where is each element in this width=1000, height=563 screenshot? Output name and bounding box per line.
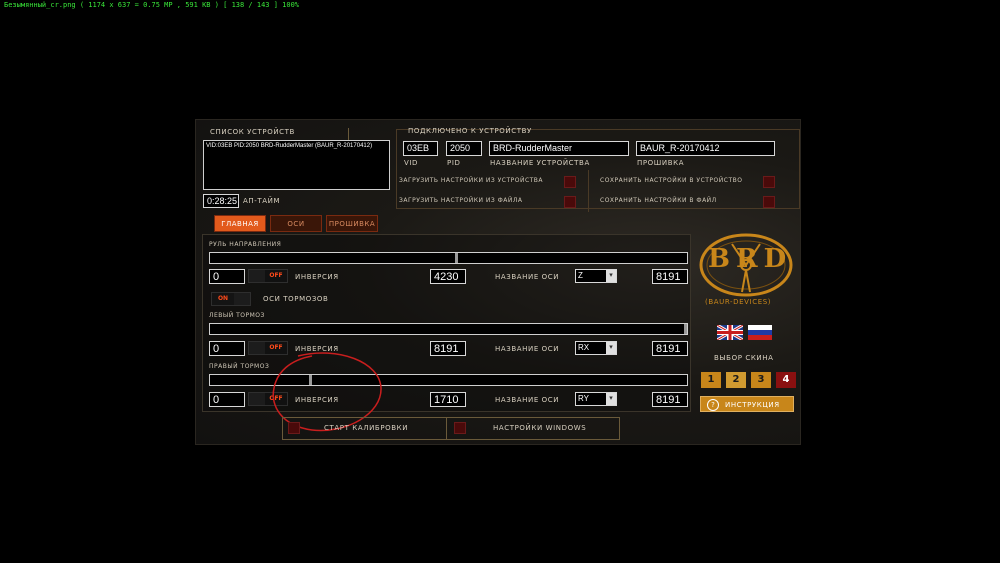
chevron-down-icon: ▾ xyxy=(606,393,616,405)
left-brake-value: 8191 xyxy=(430,341,466,356)
load-from-device-label: Загрузить настройки из устройства xyxy=(399,177,544,184)
windows-settings-indicator[interactable] xyxy=(454,422,466,434)
settings-divider xyxy=(588,170,589,212)
skin-option-2[interactable]: 2 xyxy=(726,372,746,388)
start-calibration-indicator[interactable] xyxy=(288,422,300,434)
save-to-device-label: Сохранить настройки в устройство xyxy=(600,177,743,184)
right-brake-axis-label: Название оси xyxy=(495,396,560,404)
vid-label: VID xyxy=(404,159,419,167)
connected-title: Подключено к устройству xyxy=(408,127,532,135)
uk-flag-icon[interactable] xyxy=(717,325,743,340)
brd-logo-text: BRD xyxy=(708,244,793,274)
rudder-inversion-toggle[interactable]: OFF xyxy=(248,269,288,283)
uptime-value: 0:28:25 xyxy=(203,194,239,208)
rudder-slider[interactable] xyxy=(209,252,688,264)
save-to-device-button[interactable] xyxy=(763,176,775,188)
rudder-title: Руль направления xyxy=(209,241,282,248)
left-brake-axis-value: RX xyxy=(578,343,590,352)
right-brake-axis-select[interactable]: RY ▾ xyxy=(575,392,617,406)
rudder-axis-value: Z xyxy=(578,271,583,280)
device-name-field: BRD-RudderMaster xyxy=(489,141,629,156)
right-brake-value: 1710 xyxy=(430,392,466,407)
instruction-label: Инструкция xyxy=(725,401,780,409)
load-from-file-label: Загрузить настройки из файла xyxy=(399,197,523,204)
vid-field: 03EB xyxy=(403,141,438,156)
skin-option-4[interactable]: 4 xyxy=(776,372,796,388)
tab-axes[interactable]: Оси xyxy=(270,215,322,232)
device-list-item[interactable]: VID:03EB PID:2050 BRD-RudderMaster (BAUR… xyxy=(204,141,389,151)
left-brake-slider-thumb[interactable] xyxy=(684,324,687,334)
instruction-button[interactable]: ? Инструкция xyxy=(700,396,794,412)
windows-settings-button[interactable]: Настройки Windows xyxy=(493,424,586,432)
firmware-field: BAUR_R-20170412 xyxy=(636,141,775,156)
brand-caption: (BAUR-DEVICES) xyxy=(705,298,772,306)
rudder-inversion-label: Инверсия xyxy=(295,273,339,281)
right-brake-min: 0 xyxy=(209,392,245,407)
left-brake-max: 8191 xyxy=(652,341,688,356)
skin-option-1[interactable]: 1 xyxy=(701,372,721,388)
firmware-label: Прошивка xyxy=(637,159,685,167)
pid-field: 2050 xyxy=(446,141,482,156)
left-brake-title: Левый тормоз xyxy=(209,312,265,319)
rudder-max: 8191 xyxy=(652,269,688,284)
save-to-file-button[interactable] xyxy=(763,196,775,208)
load-from-file-button[interactable] xyxy=(564,196,576,208)
rudder-min: 0 xyxy=(209,269,245,284)
left-brake-axis-label: Название оси xyxy=(495,345,560,353)
rudder-slider-thumb[interactable] xyxy=(455,253,458,263)
app-window: Список устройств VID:03EB PID:2050 BRD-R… xyxy=(195,119,801,445)
left-brake-min: 0 xyxy=(209,341,245,356)
right-brake-max: 8191 xyxy=(652,392,688,407)
left-brake-axis-select[interactable]: RX ▾ xyxy=(575,341,617,355)
brake-axes-toggle[interactable]: ON xyxy=(211,292,251,306)
left-brake-slider[interactable] xyxy=(209,323,688,335)
ru-flag-icon[interactable] xyxy=(748,325,772,340)
load-from-device-button[interactable] xyxy=(564,176,576,188)
rudder-value: 4230 xyxy=(430,269,466,284)
pid-label: PID xyxy=(447,159,461,167)
brake-axes-label: Оси тормозов xyxy=(263,295,329,303)
right-brake-title: Правый тормоз xyxy=(209,363,270,370)
rudder-axis-select[interactable]: Z ▾ xyxy=(575,269,617,283)
image-viewer-status: Безымянный_cr.png ( 1174 x 637 = 0.75 MP… xyxy=(4,1,300,9)
bottom-buttons-divider xyxy=(446,417,447,440)
devices-list[interactable]: VID:03EB PID:2050 BRD-RudderMaster (BAUR… xyxy=(203,140,390,190)
skin-option-3[interactable]: 3 xyxy=(751,372,771,388)
right-brake-axis-value: RY xyxy=(578,394,589,403)
uptime-label: Ап-тайм xyxy=(243,197,281,205)
skin-label: Выбор скина xyxy=(714,354,774,362)
save-to-file-label: Сохранить настройки в файл xyxy=(600,197,717,204)
tab-firmware[interactable]: Прошивка xyxy=(326,215,378,232)
brake-axes-toggle-state: ON xyxy=(212,293,234,305)
start-calibration-button[interactable]: Старт калибровки xyxy=(324,424,408,432)
devices-title: Список устройств xyxy=(210,128,295,136)
chevron-down-icon: ▾ xyxy=(606,342,616,354)
tab-main[interactable]: Главная xyxy=(214,215,266,232)
rudder-toggle-state: OFF xyxy=(265,270,287,282)
rudder-axis-label: Название оси xyxy=(495,273,560,281)
device-name-label: Название устройства xyxy=(490,159,590,167)
help-icon: ? xyxy=(707,399,719,411)
chevron-down-icon: ▾ xyxy=(606,270,616,282)
